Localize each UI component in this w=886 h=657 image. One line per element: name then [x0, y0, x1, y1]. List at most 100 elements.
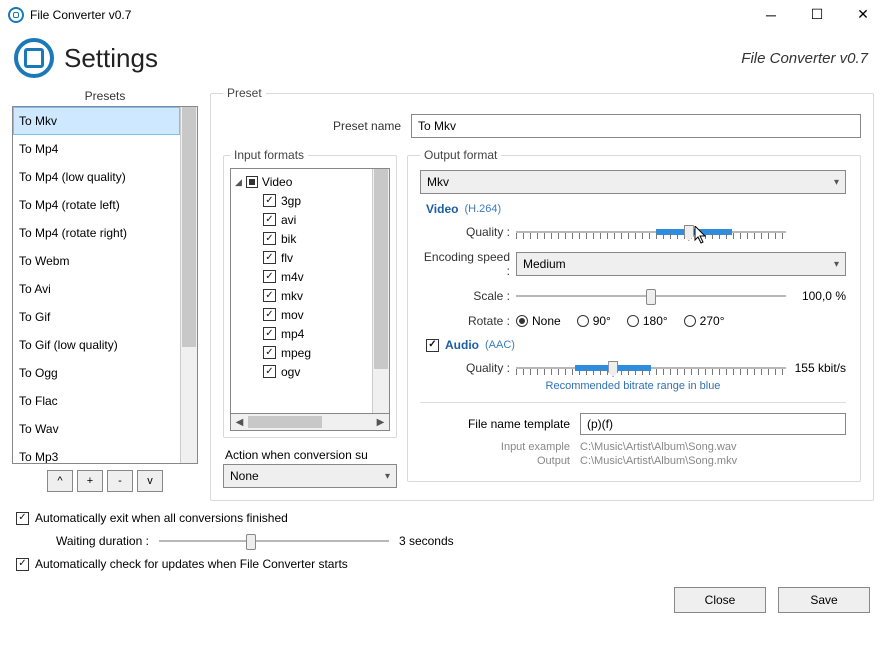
radio-icon — [627, 315, 639, 327]
waiting-duration-label: Waiting duration : — [56, 534, 149, 548]
format-checkbox[interactable] — [263, 346, 276, 359]
preset-item[interactable]: To Mp4 — [13, 135, 180, 163]
format-checkbox[interactable] — [263, 308, 276, 321]
rotate-label: Rotate : — [420, 314, 516, 328]
format-checkbox[interactable] — [263, 365, 276, 378]
rotate-option[interactable]: 270° — [684, 314, 725, 328]
input-formats-legend: Input formats — [230, 148, 308, 162]
group-checkbox[interactable] — [246, 176, 258, 188]
presets-list[interactable]: To MkvTo Mp4To Mp4 (low quality)To Mp4 (… — [12, 106, 198, 464]
video-section-label: Video — [426, 202, 458, 216]
close-window-button[interactable]: ✕ — [840, 0, 886, 30]
encoding-speed-select[interactable]: Medium ▾ — [516, 252, 846, 276]
output-format-select[interactable]: Mkv ▾ — [420, 170, 846, 194]
preset-move-up-button[interactable]: ^ — [47, 470, 73, 492]
chevron-down-icon: ▾ — [834, 259, 839, 270]
format-checkbox[interactable] — [263, 270, 276, 283]
rotate-option[interactable]: None — [516, 314, 561, 328]
preset-item[interactable]: To Ogg — [13, 359, 180, 387]
format-checkbox[interactable] — [263, 232, 276, 245]
formats-hscrollbar[interactable]: ◀▶ — [230, 414, 390, 431]
encoding-speed-label: Encoding speed : — [420, 250, 516, 278]
format-checkbox[interactable] — [263, 213, 276, 226]
radio-icon — [516, 315, 528, 327]
auto-exit-checkbox[interactable] — [16, 512, 29, 525]
preset-item[interactable]: To Mp3 — [13, 443, 180, 463]
audio-quality-slider[interactable] — [516, 358, 786, 378]
window-title: File Converter v0.7 — [30, 8, 131, 22]
rotate-option-label: 180° — [643, 314, 668, 328]
bitrate-recommendation: Recommended bitrate range in blue — [420, 380, 846, 392]
format-item[interactable]: m4v — [233, 267, 370, 286]
preset-add-button[interactable]: + — [77, 470, 103, 492]
format-item[interactable]: mov — [233, 305, 370, 324]
output-example-value: C:\Music\Artist\Album\Song.mkv — [580, 455, 846, 467]
video-quality-label: Quality : — [420, 225, 516, 239]
rotate-option[interactable]: 180° — [627, 314, 668, 328]
audio-section-label: Audio — [445, 338, 479, 352]
scale-value: 100,0 % — [786, 289, 846, 303]
preset-move-down-button[interactable]: v — [137, 470, 163, 492]
preset-item[interactable]: To Gif (low quality) — [13, 331, 180, 359]
scale-slider[interactable] — [516, 286, 786, 306]
output-example-label: Output — [420, 455, 570, 467]
format-item[interactable]: ogv — [233, 362, 370, 381]
presets-scrollbar[interactable] — [180, 107, 197, 463]
preset-remove-button[interactable]: - — [107, 470, 133, 492]
auto-update-label: Automatically check for updates when Fil… — [35, 557, 348, 571]
preset-item[interactable]: To Avi — [13, 275, 180, 303]
format-checkbox[interactable] — [263, 327, 276, 340]
input-formats-fieldset: Input formats ◢ Video 3gp avi bik flv m4v mkv… — [223, 148, 397, 438]
filename-template-input[interactable] — [580, 413, 846, 435]
format-item[interactable]: 3gp — [233, 191, 370, 210]
preset-item[interactable]: To Mp4 (rotate left) — [13, 191, 180, 219]
preset-item[interactable]: To Webm — [13, 247, 180, 275]
encoding-speed-value: Medium — [523, 257, 566, 271]
format-checkbox[interactable] — [263, 251, 276, 264]
video-quality-slider[interactable] — [516, 222, 786, 242]
input-example-label: Input example — [420, 441, 570, 453]
rotate-option[interactable]: 90° — [577, 314, 611, 328]
format-item[interactable]: mkv — [233, 286, 370, 305]
formats-scrollbar[interactable] — [372, 169, 389, 413]
radio-icon — [577, 315, 589, 327]
minimize-button[interactable]: ─ — [748, 0, 794, 30]
action-select[interactable]: None ▾ — [223, 464, 397, 488]
preset-item[interactable]: To Flac — [13, 387, 180, 415]
format-item[interactable]: mpeg — [233, 343, 370, 362]
format-item[interactable]: avi — [233, 210, 370, 229]
auto-exit-label: Automatically exit when all conversions … — [35, 511, 288, 525]
format-item[interactable]: flv — [233, 248, 370, 267]
maximize-button[interactable]: ☐ — [794, 0, 840, 30]
rotate-option-label: None — [532, 314, 561, 328]
format-item[interactable]: mp4 — [233, 324, 370, 343]
rotate-option-label: 90° — [593, 314, 611, 328]
format-label: bik — [281, 232, 296, 246]
input-example-value: C:\Music\Artist\Album\Song.wav — [580, 441, 846, 453]
waiting-duration-slider[interactable] — [159, 531, 389, 551]
audio-quality-label: Quality : — [420, 361, 516, 375]
preset-item[interactable]: To Wav — [13, 415, 180, 443]
audio-enable-checkbox[interactable] — [426, 339, 439, 352]
format-checkbox[interactable] — [263, 289, 276, 302]
preset-name-input[interactable] — [411, 114, 861, 138]
format-checkbox[interactable] — [263, 194, 276, 207]
audio-codec-label: (AAC) — [485, 339, 515, 351]
preset-legend: Preset — [223, 86, 266, 100]
format-group-video[interactable]: ◢ Video — [233, 173, 370, 191]
presets-heading: Presets — [12, 86, 198, 106]
brand-label: File Converter v0.7 — [741, 50, 868, 67]
preset-item[interactable]: To Mp4 (rotate right) — [13, 219, 180, 247]
auto-update-checkbox[interactable] — [16, 558, 29, 571]
format-item[interactable]: bik — [233, 229, 370, 248]
save-button[interactable]: Save — [778, 587, 870, 613]
collapse-icon[interactable]: ◢ — [235, 177, 242, 188]
close-button[interactable]: Close — [674, 587, 766, 613]
preset-item[interactable]: To Mkv — [13, 107, 180, 135]
format-label: avi — [281, 213, 296, 227]
preset-item[interactable]: To Mp4 (low quality) — [13, 163, 180, 191]
radio-icon — [684, 315, 696, 327]
format-label: m4v — [281, 270, 304, 284]
scale-label: Scale : — [420, 289, 516, 303]
preset-item[interactable]: To Gif — [13, 303, 180, 331]
